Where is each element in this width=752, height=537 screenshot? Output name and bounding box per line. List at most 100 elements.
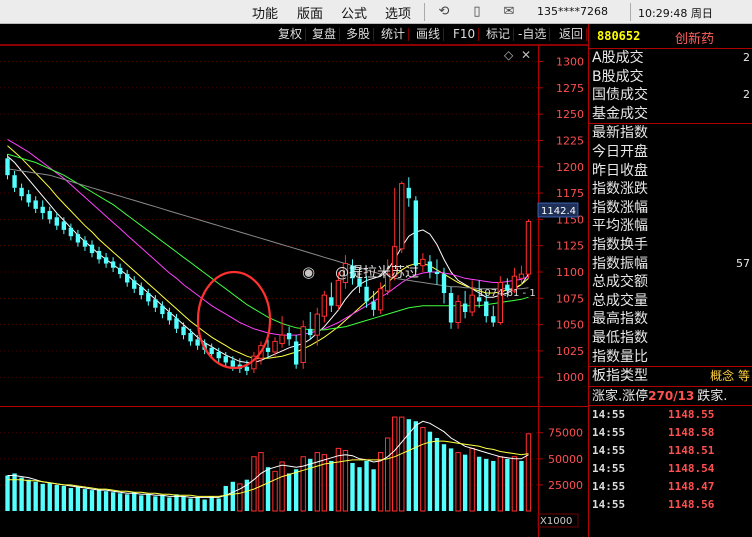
candle-body bbox=[491, 316, 496, 323]
price-tick-label: 1300 bbox=[556, 56, 584, 69]
candle bbox=[286, 326, 292, 346]
menu-layout[interactable]: 版面 bbox=[297, 3, 323, 22]
volume-bar bbox=[40, 483, 45, 511]
price-tick-label: 1175 bbox=[556, 187, 584, 200]
volume-axis: 25000 50000 75000 bbox=[538, 427, 583, 492]
volume-bar bbox=[491, 460, 496, 511]
candle bbox=[54, 213, 59, 230]
candle-body bbox=[329, 297, 334, 306]
candle bbox=[188, 328, 193, 346]
volume-bar bbox=[132, 492, 137, 511]
quote-field-label: 总成交量 bbox=[592, 292, 648, 309]
candle-body bbox=[12, 175, 17, 188]
quote-field-label: 指数涨幅 bbox=[592, 199, 648, 216]
price-tick-label: 1250 bbox=[556, 108, 584, 121]
tick-time: 14:55 bbox=[592, 498, 626, 512]
candle-body bbox=[40, 206, 45, 214]
candle-body bbox=[209, 347, 214, 355]
toolbar-button-mark[interactable]: 标记 bbox=[486, 26, 515, 43]
quote-field-label: 总成交额 bbox=[592, 274, 648, 291]
mail-icon[interactable]: ✉ bbox=[501, 4, 517, 20]
volume-bar bbox=[103, 491, 109, 511]
candle-body bbox=[110, 261, 116, 268]
quote-field-row: B股成交 bbox=[589, 68, 752, 87]
board-type-label: 板指类型 bbox=[592, 368, 648, 385]
toolbar-button-remove-watchlist[interactable]: -自选 bbox=[518, 26, 551, 43]
quote-field-row: 指数振幅 57 bbox=[589, 255, 752, 274]
volume-bar bbox=[19, 477, 24, 511]
candle bbox=[455, 295, 461, 329]
toolbar-button-replay[interactable]: 复盘 bbox=[312, 26, 341, 43]
candle-body bbox=[103, 257, 109, 264]
quote-field-row: 指数涨跌 bbox=[589, 180, 752, 199]
candle bbox=[61, 217, 67, 235]
toolbar-button-multi-stock[interactable]: 多股 bbox=[346, 26, 375, 43]
menu-function[interactable]: 功能 bbox=[252, 3, 278, 22]
candle bbox=[40, 200, 45, 220]
volume-bar bbox=[96, 489, 102, 511]
indicator-settings-icon[interactable]: ◇ ✕ bbox=[504, 48, 531, 62]
tick-price: 1148.56 bbox=[668, 498, 715, 512]
quote-field-row: 指数涨幅 bbox=[589, 199, 752, 218]
quote-field-row: 指数换手 bbox=[589, 236, 752, 255]
volume-bar bbox=[160, 495, 165, 511]
price-tick-label: 1000 bbox=[556, 371, 584, 384]
candle-body bbox=[272, 340, 278, 353]
volume-bar bbox=[511, 456, 518, 512]
quote-field-label: 指数振幅 bbox=[592, 255, 648, 272]
volume-bar bbox=[505, 458, 510, 511]
tick-row: 14:55 1148.56 bbox=[589, 496, 752, 514]
candle-body bbox=[139, 286, 144, 296]
candle-body bbox=[335, 279, 342, 307]
quote-field-label: B股成交 bbox=[592, 68, 644, 85]
volume-bar bbox=[441, 444, 447, 511]
volume-bar bbox=[406, 419, 411, 511]
volume-bar bbox=[392, 416, 398, 512]
candle-body bbox=[96, 250, 102, 260]
volume-bar bbox=[61, 485, 67, 511]
candle bbox=[491, 305, 496, 327]
candle-body bbox=[484, 301, 489, 317]
toolbar-button-back[interactable]: 返回 bbox=[559, 26, 588, 43]
quote-field-label: 今日开盘 bbox=[592, 143, 648, 160]
candle bbox=[96, 246, 102, 264]
updown-label: 涨家.涨停 bbox=[592, 388, 649, 404]
candle-body bbox=[448, 293, 454, 323]
candle-body bbox=[441, 274, 447, 294]
candle-body bbox=[19, 187, 24, 197]
candle-body bbox=[244, 366, 250, 371]
toolbar-button-restore-rights[interactable]: 复权 bbox=[278, 26, 307, 43]
price-tick-label: 1100 bbox=[556, 266, 584, 279]
candle bbox=[434, 259, 440, 285]
quote-field-row: A股成交 2 bbox=[589, 49, 752, 68]
volume-bar bbox=[525, 433, 532, 512]
chart-toolbar: 复权 复盘 多股 统计 画线 F10 标记 -自选 返回 bbox=[0, 24, 588, 45]
board-type-value: 概念 等 bbox=[710, 369, 750, 384]
svg-text:✕: ✕ bbox=[521, 48, 531, 62]
menu-options[interactable]: 选项 bbox=[385, 3, 411, 22]
toolbar-button-stats[interactable]: 统计 bbox=[381, 26, 410, 43]
menu-formula[interactable]: 公式 bbox=[341, 3, 367, 22]
quote-field-row: 指数量比 bbox=[589, 348, 752, 367]
candle-body bbox=[377, 288, 384, 311]
volume-bar bbox=[279, 461, 285, 512]
toolbar-button-draw-line[interactable]: 画线 bbox=[416, 26, 445, 43]
candle-body bbox=[89, 244, 95, 254]
stock-chart[interactable]: 1000102510501075110011251150117512001225… bbox=[0, 45, 588, 537]
candle bbox=[329, 282, 334, 312]
candle-body bbox=[314, 313, 320, 336]
quote-field-row: 最高指数 bbox=[589, 310, 752, 329]
quote-field-row: 平均涨幅 bbox=[589, 217, 752, 236]
quote-field-value: 2 bbox=[743, 88, 750, 102]
last-price-tag: 1142.4 bbox=[537, 202, 579, 218]
candle bbox=[117, 263, 123, 279]
candle-body bbox=[525, 220, 532, 275]
volume-bar bbox=[399, 416, 405, 512]
volume-bar bbox=[89, 490, 95, 511]
refresh-icon[interactable]: ⟲ bbox=[436, 4, 452, 20]
volume-bar bbox=[519, 460, 524, 511]
volume-bar bbox=[321, 454, 328, 512]
account-id[interactable]: 135****7268 bbox=[537, 5, 608, 18]
mobile-icon[interactable]: ▯ bbox=[469, 4, 485, 20]
toolbar-button-f10[interactable]: F10 bbox=[453, 26, 480, 43]
